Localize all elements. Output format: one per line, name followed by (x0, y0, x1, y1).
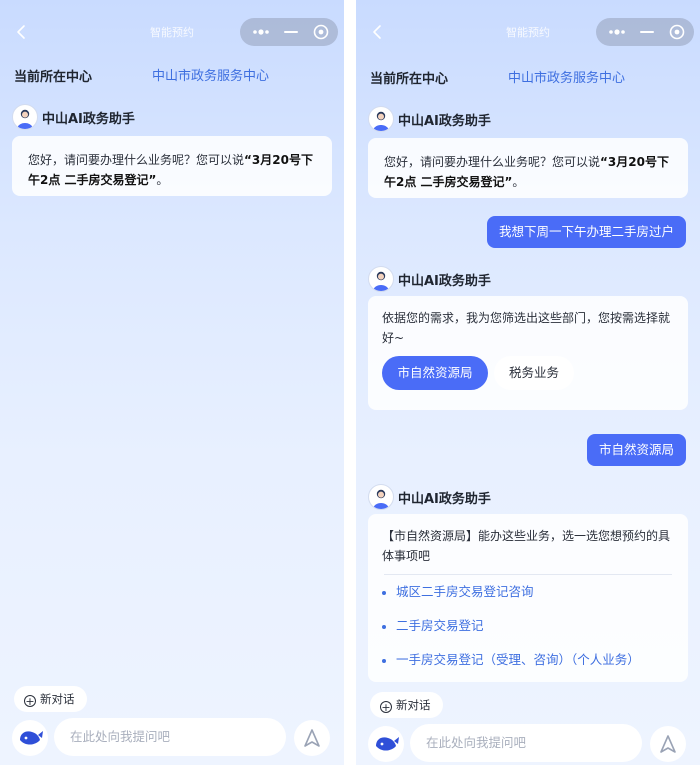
greeting-suffix: 。 (512, 175, 525, 189)
minimize-button[interactable] (632, 18, 662, 46)
assistant-avatar (368, 484, 394, 510)
minus-icon (640, 31, 654, 33)
question-input[interactable]: 在此处向我提问吧 (54, 718, 286, 756)
bullet-icon (382, 624, 386, 629)
send-button[interactable] (294, 720, 330, 756)
phone-screen-initial: 智能预约 当前所在中心 中山市政务服务中心 中山AI政务助手 您好，请问要办理什… (0, 0, 344, 765)
bullet-icon (382, 658, 386, 663)
bot-avatar-button[interactable] (368, 726, 404, 762)
service-item[interactable]: 二手房交易登记 (382, 616, 484, 636)
greeting-bubble: 您好，请问要办理什么业务呢？您可以说“3月20号下午2点 二手房交易登记”。 (12, 136, 332, 196)
greeting-text: 您好，请问要办理什么业务呢？您可以说 (28, 153, 245, 167)
send-arrow-icon (304, 729, 320, 747)
assistant-avatar-icon (17, 109, 33, 129)
new-chat-button[interactable]: + 新对话 (370, 692, 443, 718)
top-bar: 智能预约 (356, 18, 700, 46)
more-button[interactable] (602, 18, 632, 46)
assistant-avatar-icon (373, 489, 389, 509)
service-item[interactable]: 城区二手房交易登记咨询 (382, 582, 534, 602)
greeting-suffix: 。 (156, 173, 169, 187)
whale-logo-icon (20, 731, 43, 745)
assistant-name: 中山AI政务助手 (398, 492, 491, 507)
user-message: 我想下周一下午办理二手房过户 (486, 216, 686, 248)
service-item-label: 一手房交易登记（受理、咨询）（个人业务） (396, 652, 640, 667)
mini-program-capsule (596, 18, 694, 46)
whale-logo-icon (376, 737, 399, 751)
current-center-link[interactable]: 中山市政务服务中心 (508, 67, 625, 86)
current-center-row: 当前所在中心 中山市政务服务中心 (14, 66, 334, 86)
more-dots-icon (609, 29, 625, 35)
assistant-avatar (368, 106, 394, 132)
new-chat-button[interactable]: + 新对话 (14, 686, 87, 712)
current-center-label: 当前所在中心 (14, 70, 93, 85)
send-arrow-icon (660, 735, 676, 753)
department-reply-text: 依据您的需求，我为您筛选出这些部门，您按需选择就好~ (382, 311, 671, 345)
send-button[interactable] (650, 726, 686, 762)
assistant-avatar (12, 104, 38, 130)
close-button[interactable] (306, 18, 336, 46)
target-close-icon (669, 24, 685, 40)
services-reply-bubble: 【市自然资源局】能办这些业务，选一选您想预约的具体事项吧 城区二手房交易登记咨询… (368, 514, 688, 682)
plus-circle-icon: + (24, 695, 36, 708)
department-option-natural-resources[interactable]: 市自然资源局 (382, 356, 488, 390)
assistant-avatar-icon (373, 111, 389, 131)
assistant-name: 中山AI政务助手 (398, 274, 491, 289)
minimize-button[interactable] (276, 18, 306, 46)
service-item[interactable]: 一手房交易登记（受理、咨询）（个人业务） (382, 650, 640, 670)
phone-screen-conversation: 智能预约 当前所在中心 中山市政务服务中心 中山AI政务助手 您好，请问要办理什… (356, 0, 700, 765)
question-input[interactable]: 在此处向我提问吧 (410, 724, 642, 762)
user-message: 市自然资源局 (586, 434, 686, 466)
service-item-label: 二手房交易登记 (396, 618, 484, 633)
assistant-name: 中山AI政务助手 (42, 112, 135, 127)
target-close-icon (313, 24, 329, 40)
bot-avatar-button[interactable] (12, 720, 48, 756)
service-item-label: 城区二手房交易登记咨询 (396, 584, 534, 599)
current-center-row: 当前所在中心 中山市政务服务中心 (370, 68, 690, 88)
assistant-name: 中山AI政务助手 (398, 114, 491, 129)
services-reply-text: 【市自然资源局】能办这些业务，选一选您想预约的具体事项吧 (382, 529, 671, 563)
plus-circle-icon: + (380, 701, 392, 714)
current-center-link[interactable]: 中山市政务服务中心 (152, 65, 269, 84)
assistant-avatar (368, 266, 394, 292)
department-option-tax[interactable]: 税务业务 (494, 356, 574, 390)
mini-program-capsule (240, 18, 338, 46)
minus-icon (284, 31, 298, 33)
top-bar: 智能预约 (0, 18, 344, 46)
new-chat-label: 新对话 (40, 692, 75, 706)
divider (384, 574, 672, 575)
bottom-input-bar: 在此处向我提问吧 (356, 720, 700, 765)
department-reply-bubble: 依据您的需求，我为您筛选出这些部门，您按需选择就好~ 市自然资源局 税务业务 (368, 296, 688, 410)
current-center-label: 当前所在中心 (370, 72, 449, 87)
assistant-avatar-icon (373, 271, 389, 291)
more-button[interactable] (246, 18, 276, 46)
bottom-input-bar: 在此处向我提问吧 (0, 714, 344, 762)
bullet-icon (382, 590, 386, 595)
close-button[interactable] (662, 18, 692, 46)
greeting-text: 您好，请问要办理什么业务呢？您可以说 (384, 155, 601, 169)
greeting-bubble: 您好，请问要办理什么业务呢？您可以说“3月20号下午2点 二手房交易登记”。 (368, 138, 688, 198)
new-chat-label: 新对话 (396, 698, 431, 712)
more-dots-icon (253, 29, 269, 35)
